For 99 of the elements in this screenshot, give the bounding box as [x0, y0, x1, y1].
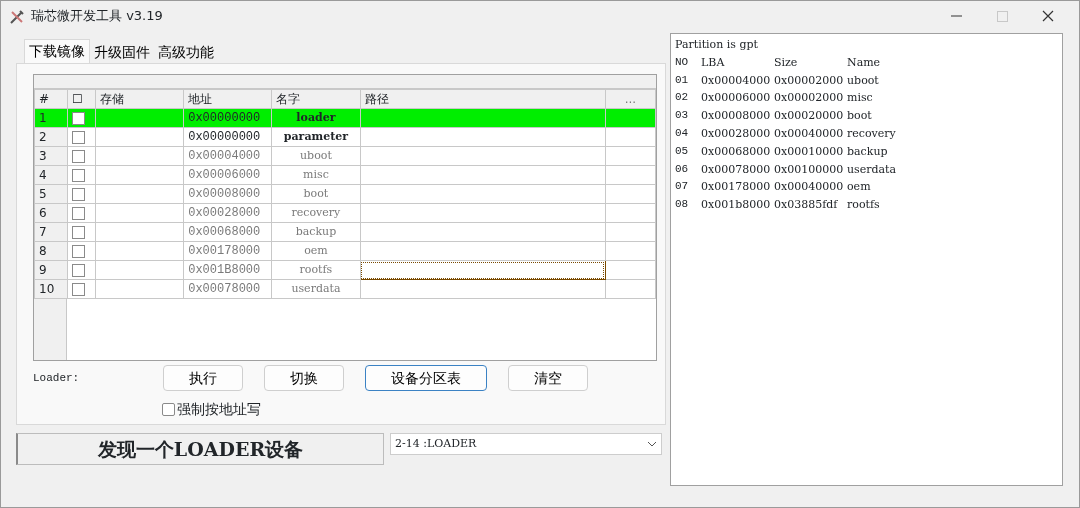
close-icon[interactable] [1042, 10, 1054, 22]
log-text: uboot [847, 72, 880, 89]
device-dropdown[interactable]: 2-14 :LOADER [390, 433, 662, 455]
log-text: 0x00004000 [701, 72, 772, 89]
log-text: 0x00040000 [774, 179, 845, 196]
loader-label: Loader: [33, 370, 81, 386]
status-message: 发现一个LOADER设备 [16, 433, 384, 465]
action-button[interactable]: 切换 [264, 365, 344, 391]
checkbox[interactable] [72, 226, 86, 239]
table-row[interactable]: 8 0x00178000 oem [34, 241, 656, 261]
action-button[interactable]: 清空 [508, 365, 588, 391]
table-cell: rootfs [271, 260, 360, 280]
window-title: 瑞芯微开发工具 v3.19 [31, 7, 163, 26]
table-cell: 0x00068000 [183, 222, 272, 242]
checkbox[interactable] [72, 112, 86, 125]
checkbox[interactable] [72, 169, 86, 182]
column-header[interactable]: 路径 [360, 89, 606, 109]
table-row[interactable]: 1 0x00000000 loader [34, 108, 656, 128]
table-cell: 0x00008000 [183, 184, 272, 204]
column-header[interactable]: 名字 [271, 89, 360, 109]
table-row[interactable]: 4 0x00006000 misc [34, 165, 656, 185]
table-row[interactable]: 10 0x00078000 userdata [34, 279, 656, 299]
table-cell: 0x00028000 [183, 203, 272, 223]
table-row[interactable]: 9 0x001B8000 rootfs [34, 260, 656, 280]
log-text: 0x00040000 [774, 126, 845, 142]
checkbox[interactable] [72, 264, 86, 277]
table-cell: oem [271, 241, 360, 261]
table-cell: 0x001B8000 [183, 260, 272, 280]
table-cell: 0x00004000 [183, 146, 272, 166]
column-header[interactable]: ☐ [67, 89, 96, 109]
log-text: 05 [675, 143, 690, 159]
log-text: 08 [675, 197, 690, 213]
column-header[interactable]: 地址 [183, 89, 272, 109]
log-text: 0x00010000 [774, 143, 845, 160]
table-cell: userdata [271, 279, 360, 299]
table-cell: 0x00178000 [183, 241, 272, 261]
checkbox[interactable] [72, 207, 86, 220]
log-text: 0x00002000 [774, 72, 845, 89]
log-text: NO [675, 54, 690, 70]
log-text: boot [847, 108, 873, 125]
log-text: rootfs [847, 197, 881, 214]
log-text: 0x00178000 [701, 179, 772, 196]
log-text: 0x00020000 [774, 108, 845, 125]
tools-icon [9, 8, 25, 25]
checkbox[interactable] [162, 403, 175, 416]
log-line: Partition is gpt [675, 37, 759, 53]
action-button[interactable]: 设备分区表 [365, 365, 487, 391]
checkbox[interactable] [72, 283, 86, 296]
log-text: userdata [847, 161, 898, 178]
table-cell: uboot [271, 146, 360, 166]
log-text: misc [847, 90, 874, 107]
table-cell: 0x00078000 [183, 279, 272, 299]
log-text: 02 [675, 90, 690, 106]
checkbox-label: 强制按地址写 [177, 400, 261, 419]
table-row[interactable]: 6 0x00028000 recovery [34, 203, 656, 223]
table-row[interactable]: 7 0x00068000 backup [34, 222, 656, 242]
log-text: 04 [675, 126, 690, 141]
log-text: 0x00006000 [701, 90, 772, 107]
tab[interactable]: 下载镜像 [24, 39, 90, 63]
checkbox[interactable] [72, 150, 86, 163]
column-header[interactable]: # [34, 89, 68, 109]
log-text: 0x00068000 [701, 143, 772, 160]
chevron-down-icon [647, 441, 657, 447]
log-text: 0x00078000 [701, 161, 772, 178]
path-cell[interactable] [360, 260, 606, 280]
table-cell: 0x00006000 [183, 165, 272, 185]
log-text: oem [847, 179, 872, 196]
log-text: 0x00002000 [774, 90, 845, 107]
log-text: 03 [675, 108, 690, 124]
log-text: 01 [675, 72, 690, 88]
table-cell: recovery [271, 203, 360, 223]
table-cell: parameter [271, 127, 360, 147]
log-text: recovery [847, 126, 897, 142]
table-cell: backup [271, 222, 360, 242]
table-cell: boot [271, 184, 360, 204]
log-text: 0x00028000 [701, 126, 772, 142]
log-text: Name [847, 54, 882, 71]
checkbox[interactable] [72, 188, 86, 201]
column-header[interactable]: 存储 [95, 89, 184, 109]
column-header[interactable]: ... [605, 89, 656, 109]
log-text: 0x03885fdf [774, 197, 839, 214]
log-text: 07 [675, 179, 690, 195]
log-text: 0x001b8000 [701, 197, 772, 214]
log-text: 0x00100000 [774, 161, 845, 178]
row-header-strip [34, 299, 67, 360]
log-text: LBA [701, 54, 726, 71]
log-text: backup [847, 143, 889, 160]
log-text: 06 [675, 161, 690, 177]
table-cell: misc [271, 165, 360, 185]
table-cell: 0x00000000 [183, 127, 272, 147]
log-text: Size [774, 54, 799, 71]
table-row[interactable]: 2 0x00000000 parameter [34, 127, 656, 147]
table-row[interactable]: 5 0x00008000 boot [34, 184, 656, 204]
table-row[interactable]: 3 0x00004000 uboot [34, 146, 656, 166]
log-text: 0x00008000 [701, 108, 772, 125]
checkbox[interactable] [72, 131, 86, 144]
minimize-icon[interactable] [950, 15, 962, 17]
action-button[interactable]: 执行 [163, 365, 243, 391]
checkbox[interactable] [72, 245, 86, 258]
